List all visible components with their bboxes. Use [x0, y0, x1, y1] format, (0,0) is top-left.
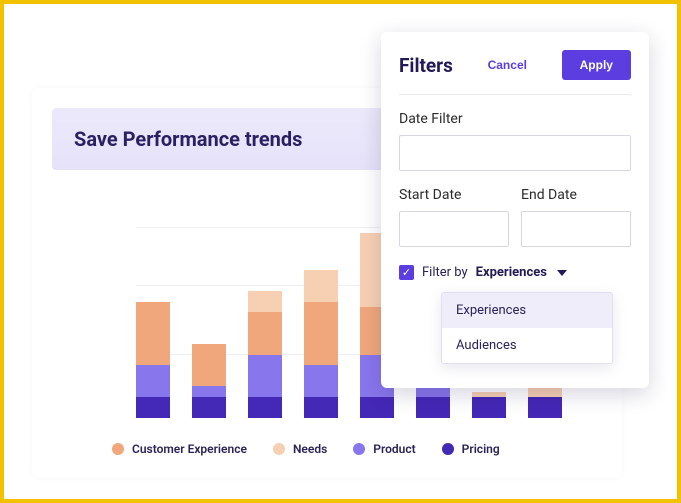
filters-header: Filters Cancel Apply — [399, 50, 631, 95]
caret-down-icon — [557, 270, 567, 276]
legend-swatch-icon — [353, 443, 365, 455]
legend-item: Needs — [273, 442, 327, 456]
bar — [136, 302, 170, 418]
bar-segment — [248, 291, 282, 312]
apply-button[interactable]: Apply — [562, 50, 631, 80]
dropdown-item[interactable]: Experiences — [442, 293, 612, 328]
legend-item: Product — [353, 442, 415, 456]
bar-segment — [248, 397, 282, 418]
bar-segment — [136, 397, 170, 418]
end-date-input[interactable] — [521, 211, 631, 247]
legend-label: Product — [373, 442, 415, 456]
filter-by-row[interactable]: ✓ Filter by Experiences — [399, 265, 631, 280]
end-date-label: End Date — [521, 187, 631, 203]
filter-by-prefix: Filter by — [422, 265, 468, 280]
bar-segment — [304, 365, 338, 397]
date-filter-label: Date Filter — [399, 111, 631, 127]
page-title: Save Performance trends — [74, 127, 302, 151]
bar-segment — [416, 397, 450, 418]
filters-title: Filters — [399, 54, 453, 77]
dropdown-item[interactable]: Audiences — [442, 328, 612, 363]
bar — [304, 270, 338, 418]
legend-swatch-icon — [273, 443, 285, 455]
bar-segment — [528, 397, 562, 418]
filter-by-value: Experiences — [476, 265, 547, 280]
start-date-input[interactable] — [399, 211, 509, 247]
bar-segment — [192, 344, 226, 386]
bar-segment — [136, 302, 170, 365]
bar-segment — [472, 397, 506, 418]
bar — [192, 344, 226, 418]
bar — [248, 291, 282, 418]
legend-item: Pricing — [442, 442, 500, 456]
legend-label: Needs — [293, 442, 327, 456]
bar-segment — [192, 397, 226, 418]
bar-segment — [304, 397, 338, 418]
cancel-button[interactable]: Cancel — [484, 52, 531, 78]
legend-label: Pricing — [462, 442, 500, 456]
legend-label: Customer Experience — [132, 442, 247, 456]
chart-legend: Customer Experience Needs Product Pricing — [112, 442, 500, 456]
bar-segment — [136, 365, 170, 397]
legend-swatch-icon — [442, 443, 454, 455]
bar-segment — [248, 312, 282, 354]
bar-segment — [304, 270, 338, 302]
filter-by-dropdown: ExperiencesAudiences — [441, 292, 613, 364]
bar-segment — [304, 302, 338, 365]
bar-segment — [248, 355, 282, 397]
start-date-label: Start Date — [399, 187, 509, 203]
bar — [528, 386, 562, 418]
date-filter-input[interactable] — [399, 135, 631, 171]
bar-segment — [192, 386, 226, 397]
legend-item: Customer Experience — [112, 442, 247, 456]
filters-panel: Filters Cancel Apply Date Filter Start D… — [381, 32, 649, 388]
filter-by-checkbox[interactable]: ✓ — [399, 265, 414, 280]
bar — [472, 392, 506, 418]
legend-swatch-icon — [112, 443, 124, 455]
bar-segment — [360, 397, 394, 418]
